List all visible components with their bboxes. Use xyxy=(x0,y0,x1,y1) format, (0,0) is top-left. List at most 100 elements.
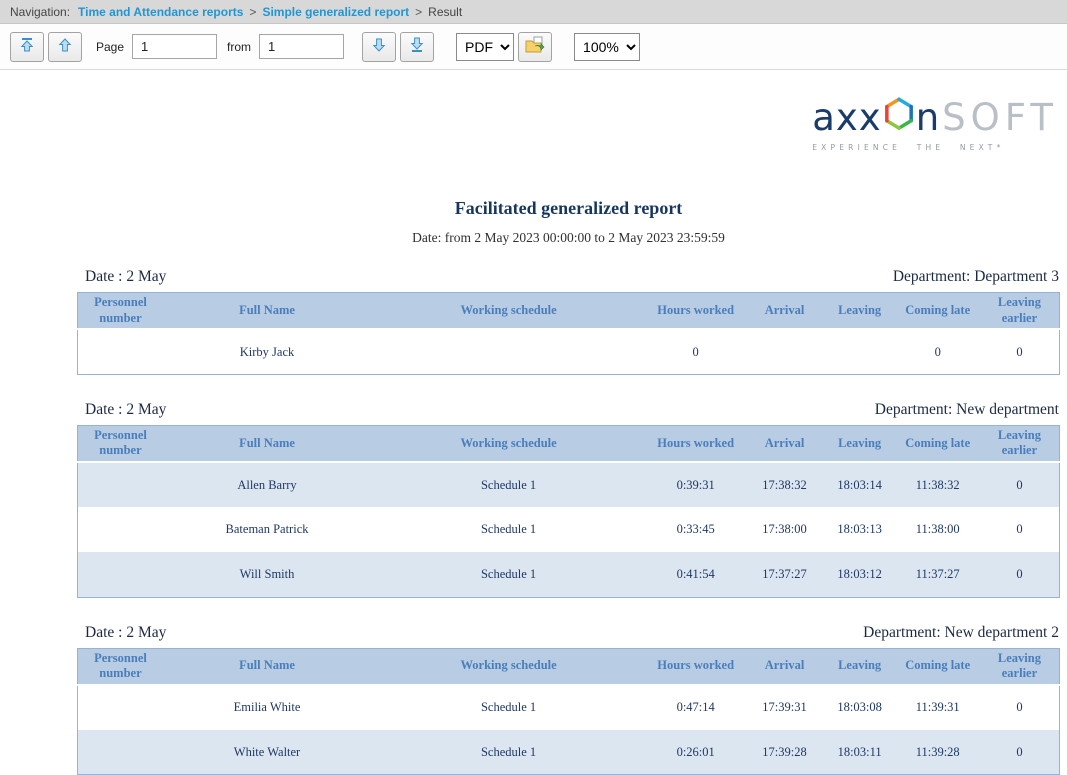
breadcrumb: Navigation: Time and Attendance reports … xyxy=(0,0,1067,24)
section-department-label: Department: New department 2 xyxy=(863,624,1059,642)
table-cell: 0:41:54 xyxy=(646,552,745,597)
logo-text-axx: axx xyxy=(812,99,881,136)
first-page-icon xyxy=(19,37,35,56)
table-cell: Schedule 1 xyxy=(371,462,646,507)
section-header: Date : 2 May Department: New department … xyxy=(77,624,1060,648)
column-header: Personnel number xyxy=(78,648,163,685)
table-cell: Schedule 1 xyxy=(371,507,646,552)
next-page-button[interactable] xyxy=(362,32,396,62)
report-title: Facilitated generalized report xyxy=(77,198,1060,219)
table-cell: 0 xyxy=(980,685,1060,730)
column-header: Leaving xyxy=(824,293,896,330)
table-row: Will SmithSchedule 10:41:5417:37:2718:03… xyxy=(78,552,1060,597)
export-icon xyxy=(525,36,545,57)
table-cell: 18:03:11 xyxy=(824,730,896,775)
report-sections: Date : 2 May Department: Department 3 Pe… xyxy=(77,268,1060,775)
column-header: Coming late xyxy=(895,293,979,330)
table-cell: 17:38:32 xyxy=(745,462,824,507)
table-row: Kirby Jack000 xyxy=(78,329,1060,374)
table-cell xyxy=(824,329,896,374)
section-department-label: Department: Department 3 xyxy=(893,268,1059,286)
column-header: Arrival xyxy=(745,293,824,330)
column-header: Coming late xyxy=(895,425,979,462)
table-cell: Emilia White xyxy=(163,685,371,730)
table-row: Bateman PatrickSchedule 10:33:4517:38:00… xyxy=(78,507,1060,552)
report-section: Date : 2 May Department: Department 3 Pe… xyxy=(77,268,1060,375)
page-number-input[interactable] xyxy=(132,34,217,59)
column-header: Working schedule xyxy=(371,648,646,685)
table-cell xyxy=(371,329,646,374)
logo-text-soft: SOFT xyxy=(942,99,1058,136)
column-header: Full Name xyxy=(163,425,371,462)
table-row: Emilia WhiteSchedule 10:47:1417:39:3118:… xyxy=(78,685,1060,730)
table-cell: White Walter xyxy=(163,730,371,775)
breadcrumb-current: Result xyxy=(428,5,462,19)
axxonsoft-logo: axx n SOFT EXPERIENCE THE NEXT* xyxy=(812,96,1058,152)
column-header: Working schedule xyxy=(371,425,646,462)
column-header: Working schedule xyxy=(371,293,646,330)
report-page: axx n SOFT EXPERIENCE THE NEXT* Facilita… xyxy=(0,96,1067,775)
report-table: Personnel numberFull NameWorking schedul… xyxy=(77,425,1060,598)
section-department-label: Department: New department xyxy=(875,401,1059,419)
table-cell: 0:33:45 xyxy=(646,507,745,552)
table-cell: 18:03:13 xyxy=(824,507,896,552)
section-header: Date : 2 May Department: Department 3 xyxy=(77,268,1060,292)
table-cell: 17:39:31 xyxy=(745,685,824,730)
from-label: from xyxy=(227,40,251,54)
previous-page-icon xyxy=(57,37,73,56)
table-cell: 0 xyxy=(980,329,1060,374)
table-cell: 17:38:00 xyxy=(745,507,824,552)
table-cell xyxy=(78,730,163,775)
table-cell: 0 xyxy=(895,329,979,374)
table-cell xyxy=(745,329,824,374)
first-page-button[interactable] xyxy=(10,32,44,62)
table-cell xyxy=(78,507,163,552)
table-cell: 18:03:14 xyxy=(824,462,896,507)
table-cell: 0:26:01 xyxy=(646,730,745,775)
table-cell: 11:38:32 xyxy=(895,462,979,507)
export-format-select[interactable]: PDF xyxy=(456,33,514,61)
breadcrumb-prefix: Navigation: xyxy=(10,5,70,19)
page-label: Page xyxy=(96,40,124,54)
table-cell: Allen Barry xyxy=(163,462,371,507)
breadcrumb-link-simple-generalized[interactable]: Simple generalized report xyxy=(262,5,409,19)
table-cell: 18:03:08 xyxy=(824,685,896,730)
section-header: Date : 2 May Department: New department xyxy=(77,401,1060,425)
last-page-icon xyxy=(409,37,425,56)
report-date-range: Date: from 2 May 2023 00:00:00 to 2 May … xyxy=(77,230,1060,246)
table-header-row: Personnel numberFull NameWorking schedul… xyxy=(78,648,1060,685)
column-header: Coming late xyxy=(895,648,979,685)
table-cell: Schedule 1 xyxy=(371,730,646,775)
export-button[interactable] xyxy=(518,32,552,62)
table-cell xyxy=(78,552,163,597)
column-header: Full Name xyxy=(163,293,371,330)
column-header: Leaving xyxy=(824,648,896,685)
column-header: Hours worked xyxy=(646,425,745,462)
last-page-button[interactable] xyxy=(400,32,434,62)
section-date-label: Date : 2 May xyxy=(85,268,166,286)
section-date-label: Date : 2 May xyxy=(85,401,166,419)
table-cell xyxy=(78,462,163,507)
column-header: Leaving earlier xyxy=(980,648,1060,685)
column-header: Arrival xyxy=(745,425,824,462)
table-cell: Schedule 1 xyxy=(371,552,646,597)
table-row: White WalterSchedule 10:26:0117:39:2818:… xyxy=(78,730,1060,775)
table-cell: 11:39:31 xyxy=(895,685,979,730)
table-cell: 0:47:14 xyxy=(646,685,745,730)
column-header: Leaving earlier xyxy=(980,425,1060,462)
table-cell: 11:38:00 xyxy=(895,507,979,552)
logo-tagline: EXPERIENCE THE NEXT* xyxy=(812,143,1058,152)
report-table: Personnel numberFull NameWorking schedul… xyxy=(77,648,1060,775)
table-cell: 11:39:28 xyxy=(895,730,979,775)
next-page-icon xyxy=(371,37,387,56)
table-row: Allen BarrySchedule 10:39:3117:38:3218:0… xyxy=(78,462,1060,507)
breadcrumb-link-time-attendance[interactable]: Time and Attendance reports xyxy=(78,5,243,19)
zoom-level-select[interactable]: 100% xyxy=(574,33,640,61)
table-cell: 0:39:31 xyxy=(646,462,745,507)
table-cell: 0 xyxy=(980,507,1060,552)
column-header: Hours worked xyxy=(646,648,745,685)
previous-page-button[interactable] xyxy=(48,32,82,62)
column-header: Full Name xyxy=(163,648,371,685)
total-pages-input[interactable] xyxy=(259,34,344,59)
logo-text-n: n xyxy=(916,99,940,136)
